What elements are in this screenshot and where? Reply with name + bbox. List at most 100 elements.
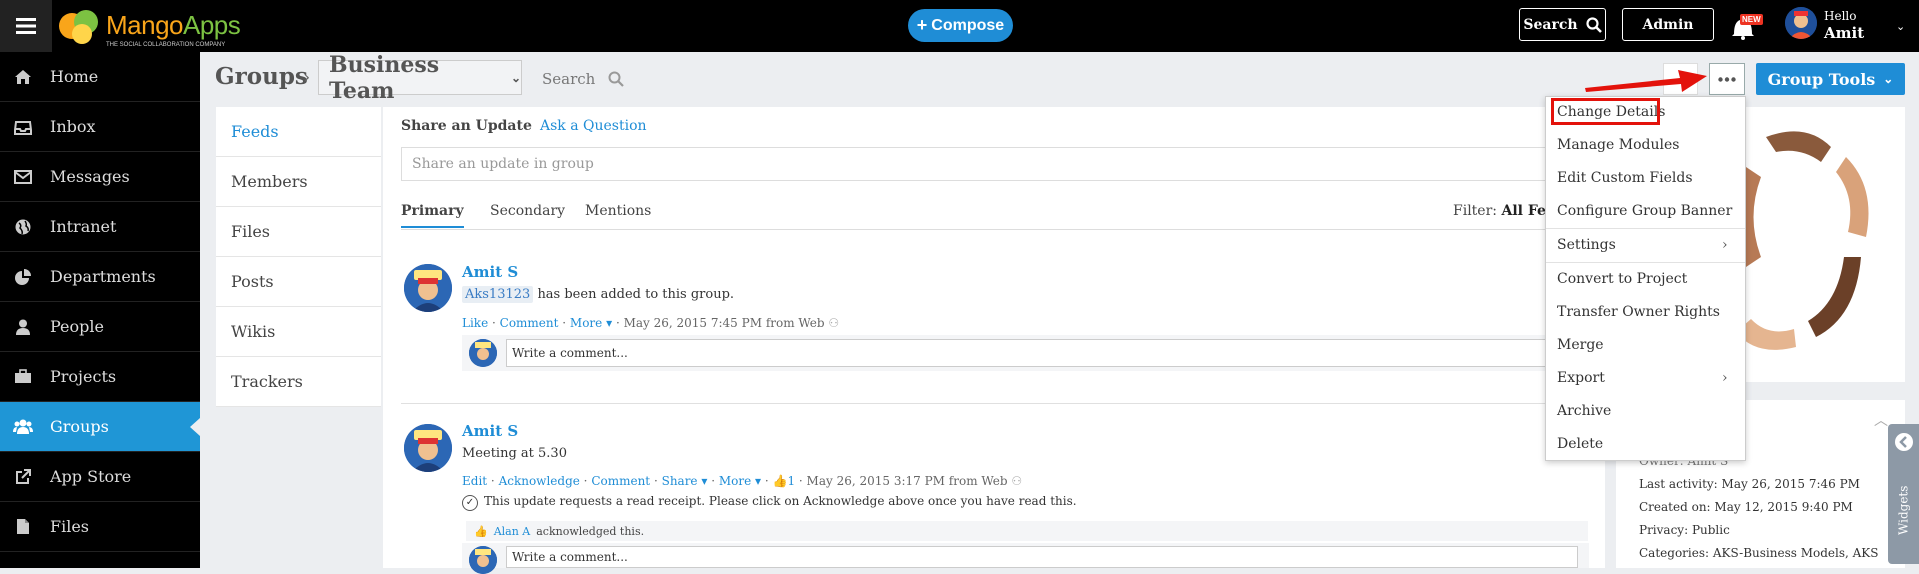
post-actions: Edit · Acknowledge · Comment · Share ▾ ·… [462, 474, 1023, 488]
sidebar-item-groups[interactable]: Groups [0, 402, 200, 452]
briefcase-icon [13, 369, 33, 384]
group-nav-feeds[interactable]: Feeds [216, 107, 381, 157]
user-name[interactable]: Amit [1824, 24, 1864, 42]
user-avatar[interactable] [1785, 7, 1817, 39]
menu-item-configure-group-banner[interactable]: Configure Group Banner [1557, 203, 1732, 219]
envelope-icon [13, 169, 33, 184]
privacy: Privacy: Public [1639, 523, 1730, 537]
sidebar-item-messages[interactable]: Messages [0, 152, 200, 202]
group-tools-button[interactable]: Group Tools ⌄ [1756, 63, 1905, 95]
ask-question-tab[interactable]: Ask a Question [540, 118, 647, 134]
mangoapps-logo[interactable]: MangoApps THE SOCIAL COLLABORATION COMPA… [56, 4, 256, 48]
post-author[interactable]: Amit S [462, 422, 518, 440]
user-tag[interactable]: Aks13123 [462, 286, 534, 303]
menu-item-settings[interactable]: Settings [1557, 237, 1616, 253]
search-icon [1585, 16, 1602, 33]
menu-item-convert-to-project[interactable]: Convert to Project [1557, 271, 1687, 287]
sidebar-item-home[interactable]: Home [0, 52, 200, 102]
widgets-label: Widgets [1896, 485, 1911, 535]
annotation-arrow-icon [1585, 70, 1707, 92]
created-on: Created on: May 12, 2015 9:40 PM [1639, 500, 1853, 514]
share-link[interactable]: Share ▾ [662, 474, 708, 488]
hamburger-icon [16, 18, 36, 34]
top-search-button[interactable]: Search [1519, 8, 1606, 41]
avatar [469, 546, 497, 574]
mango-logo-icon [59, 10, 98, 44]
sidebar-item-files[interactable]: Files [0, 502, 200, 552]
menu-item-manage-modules[interactable]: Manage Modules [1557, 137, 1679, 153]
inbox-icon [13, 119, 33, 135]
group-nav-posts[interactable]: Posts [216, 257, 381, 307]
group-nav-trackers[interactable]: Trackers [216, 357, 381, 407]
external-link-icon [13, 468, 33, 485]
sidebar-item-people[interactable]: People [0, 302, 200, 352]
chevron-up-icon[interactable]: ︿ [1874, 410, 1888, 430]
last-activity: Last activity: May 26, 2015 7:46 PM [1639, 477, 1860, 491]
comment-input[interactable]: Write a comment... [506, 546, 1578, 568]
people-icon: ⚇ [828, 316, 840, 330]
group-search-input[interactable]: Search [542, 70, 595, 88]
plus-icon: + [916, 15, 928, 35]
menu-item-archive[interactable]: Archive [1557, 403, 1611, 419]
sidebar-item-departments[interactable]: Departments [0, 252, 200, 302]
comment-link[interactable]: Comment [500, 316, 559, 330]
tab-mentions[interactable]: Mentions [585, 203, 651, 219]
chevron-down-icon[interactable]: ⌄ [1896, 20, 1905, 33]
hamburger-menu-button[interactable] [0, 0, 52, 52]
breadcrumb-groups-link[interactable]: Groups [215, 63, 308, 90]
ellipsis-icon [1718, 76, 1736, 82]
menu-item-merge[interactable]: Merge [1557, 337, 1604, 353]
sidebar-item-projects[interactable]: Projects [0, 352, 200, 402]
admin-button[interactable]: Admin [1622, 8, 1714, 41]
avatar[interactable] [404, 424, 452, 472]
thumbs-up-icon[interactable]: 👍 [773, 474, 788, 488]
ack-user-link[interactable]: Alan A [494, 525, 531, 538]
more-options-button[interactable] [1709, 63, 1745, 95]
share-update-input[interactable]: Share an update in group [401, 147, 1581, 181]
post-actions: Like · Comment · More ▾ · May 26, 2015 7… [462, 316, 840, 330]
group-nav-wikis[interactable]: Wikis [216, 307, 381, 357]
post-timestamp: May 26, 2015 7:45 PM [623, 316, 762, 330]
home-icon [13, 69, 33, 85]
feed-divider [401, 229, 1591, 230]
search-icon[interactable] [608, 71, 624, 87]
sidebar-item-intranet[interactable]: Intranet [0, 202, 200, 252]
compose-button[interactable]: + Compose [908, 9, 1013, 42]
avatar-image-icon [404, 424, 452, 472]
avatar-image-icon [469, 546, 497, 574]
post-source: from Web [765, 316, 825, 330]
tab-primary[interactable]: Primary [401, 203, 464, 228]
like-count[interactable]: 1 [787, 474, 795, 488]
share-update-tab[interactable]: Share an Update [401, 118, 532, 134]
menu-item-edit-custom-fields[interactable]: Edit Custom Fields [1557, 170, 1693, 186]
chevron-right-icon: › [1722, 370, 1728, 386]
avatar[interactable] [404, 264, 452, 312]
comment-link[interactable]: Comment [591, 474, 650, 488]
menu-item-export[interactable]: Export [1557, 370, 1605, 386]
avatar-image-icon [404, 264, 452, 312]
group-nav-files[interactable]: Files [216, 207, 381, 257]
edit-link[interactable]: Edit [462, 474, 487, 488]
group-nav-members[interactable]: Members [216, 157, 381, 207]
group-selector-dropdown[interactable]: Business Team ⌄ [318, 52, 522, 104]
avatar-image-icon [469, 339, 497, 367]
people-icon: ⚇ [1011, 474, 1023, 488]
post-divider [401, 403, 1591, 404]
breadcrumb-separator: › [303, 67, 311, 88]
sidebar-item-inbox[interactable]: Inbox [0, 102, 200, 152]
globe-icon [13, 219, 33, 235]
chevron-down-icon: ⌄ [1883, 72, 1894, 86]
notification-new-badge: NEW [1740, 14, 1763, 25]
more-link[interactable]: More ▾ [570, 316, 612, 330]
menu-item-delete[interactable]: Delete [1557, 436, 1603, 452]
sidebar-item-app-store[interactable]: App Store [0, 452, 200, 502]
comment-input[interactable]: Write a comment... [506, 339, 1578, 367]
more-link[interactable]: More ▾ [719, 474, 761, 488]
users-icon [13, 419, 33, 434]
like-link[interactable]: Like [462, 316, 488, 330]
tab-secondary[interactable]: Secondary [490, 203, 565, 219]
post-author[interactable]: Amit S [462, 263, 518, 281]
post-source: from Web [948, 474, 1008, 488]
menu-item-transfer-owner-rights[interactable]: Transfer Owner Rights [1557, 304, 1720, 320]
acknowledge-link[interactable]: Acknowledge [499, 474, 580, 488]
